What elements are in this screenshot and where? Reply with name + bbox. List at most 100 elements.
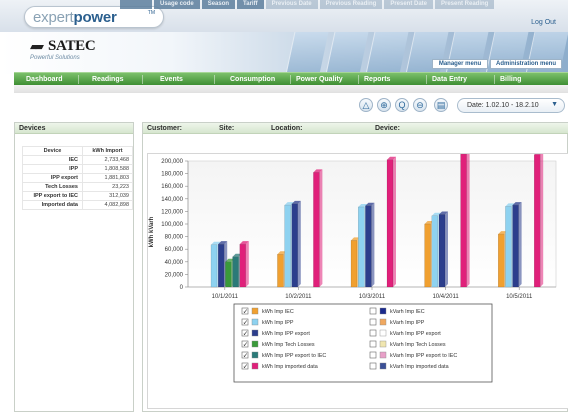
- table-row[interactable]: IPP export to IEC 312,039: [22, 191, 133, 201]
- y-tick-label: 140,000: [161, 197, 183, 203]
- legend-swatch: [251, 351, 259, 359]
- device-name: IPP export: [22, 173, 83, 183]
- bar[interactable]: [232, 256, 239, 288]
- bar[interactable]: [365, 205, 372, 288]
- satec-brand-name: SATEC: [48, 38, 96, 54]
- legend-label: kVarh Imp imported data: [390, 364, 449, 370]
- bar[interactable]: [505, 206, 512, 288]
- date-range-label: Date: 1.02.10 - 18.2.10: [467, 102, 539, 109]
- bar[interactable]: [386, 159, 394, 288]
- bar[interactable]: [277, 254, 284, 288]
- legend-checkbox[interactable]: [369, 351, 377, 359]
- zoom-icon[interactable]: ⊕: [377, 98, 391, 112]
- legend-label: kWh Imp IPP export: [262, 331, 310, 337]
- top-tab-previous-date[interactable]: Previous Date: [265, 0, 318, 9]
- device-kwh-import: 312,039: [82, 191, 133, 201]
- top-tab-tariff[interactable]: Tariff: [237, 0, 264, 9]
- y-tick-label: 160,000: [161, 184, 183, 190]
- bar[interactable]: [357, 206, 365, 288]
- device-kwh-import: 23,223: [82, 182, 133, 192]
- legend-label: kWh Imp Tech Losses: [262, 342, 315, 348]
- legend-checkbox[interactable]: [369, 340, 377, 348]
- device-name: IPP export to IEC: [22, 191, 83, 201]
- device-kwh-import: 1,808,588: [82, 164, 133, 174]
- bar[interactable]: [512, 204, 519, 288]
- legend-swatch: [379, 351, 387, 359]
- legend-checkbox[interactable]: [369, 318, 377, 326]
- device-name: IEC: [22, 155, 83, 165]
- print-icon[interactable]: ▤: [434, 98, 448, 112]
- table-row[interactable]: Tech Losses 23,223: [22, 182, 133, 192]
- legend-label: kVarh Imp IPP export to IEC: [390, 353, 457, 359]
- logo-trademark: TM: [147, 10, 155, 16]
- y-tick-label: 120,000: [161, 209, 183, 215]
- bar[interactable]: [291, 203, 299, 288]
- legend-swatch: [379, 307, 387, 315]
- expertpower-dashboard: expertpower TM Usage code Season Tariff …: [0, 0, 568, 420]
- bar[interactable]: [534, 154, 541, 288]
- y-tick-label: 40,000: [165, 260, 184, 266]
- table-row[interactable]: IPP export 1,881,803: [22, 173, 133, 183]
- bar-side: [445, 211, 448, 287]
- legend-label: kVarh Imp IEC: [390, 309, 425, 315]
- zoom-in-icon[interactable]: ⊖: [413, 98, 427, 112]
- satec-logo-icon: ▰▰: [30, 41, 44, 53]
- checkmark-icon: ✓: [243, 353, 248, 360]
- manager-menu-button[interactable]: Manager menu: [432, 59, 488, 69]
- bar[interactable]: [424, 223, 431, 288]
- bar[interactable]: [239, 243, 247, 288]
- bar-side: [393, 156, 396, 287]
- bar[interactable]: [431, 215, 438, 288]
- legend-swatch: [379, 340, 387, 348]
- bar[interactable]: [460, 153, 467, 288]
- device-name: IPP: [22, 164, 83, 174]
- bar[interactable]: [498, 233, 505, 288]
- legend-label: kVarh Imp Tech Losses: [390, 342, 446, 348]
- bar[interactable]: [284, 204, 291, 288]
- chevron-down-icon: ▼: [551, 101, 558, 108]
- logo-part-expert: expert: [33, 9, 74, 26]
- legend-checkbox[interactable]: [369, 307, 377, 315]
- device-kwh-import: 4,082,898: [82, 200, 133, 210]
- top-tab-season[interactable]: Season: [201, 0, 236, 9]
- bar[interactable]: [438, 214, 446, 288]
- bar-side: [297, 200, 301, 287]
- solar-panel-decoration: [365, 32, 409, 74]
- devices-panel: Devices Device kWh Import IEC 2,733,468 I…: [14, 122, 134, 412]
- bar[interactable]: [210, 244, 218, 288]
- device-name: Tech Losses: [22, 182, 83, 192]
- bar[interactable]: [350, 240, 358, 288]
- legend-checkbox[interactable]: [369, 362, 377, 370]
- logo-wordmark: expertpower: [33, 9, 117, 26]
- top-tab-present-reading[interactable]: Present Reading: [435, 0, 495, 9]
- date-range-select[interactable]: Date: 1.02.10 - 18.2.10 ▼: [457, 98, 565, 113]
- x-tick-label: 10/5/2011: [506, 294, 533, 300]
- nav-separator: [78, 75, 79, 84]
- top-tab-blank[interactable]: [120, 0, 152, 9]
- column-header-kwh-import: kWh Import: [82, 146, 133, 156]
- administration-menu-button[interactable]: Administration menu: [490, 59, 562, 69]
- checkmark-icon: ✓: [243, 320, 248, 327]
- legend-checkbox[interactable]: [369, 329, 377, 337]
- warning-icon[interactable]: △: [359, 98, 373, 112]
- zoom-out-icon[interactable]: Q: [395, 98, 409, 112]
- logout-link[interactable]: Log Out: [531, 19, 556, 26]
- bar[interactable]: [313, 172, 320, 288]
- table-row[interactable]: Imported data 4,082,898: [22, 200, 133, 210]
- bar[interactable]: [217, 243, 225, 288]
- x-tick-label: 10/1/2011: [212, 294, 239, 300]
- legend-swatch: [251, 318, 259, 326]
- table-row[interactable]: IEC 2,733,468: [22, 155, 133, 165]
- table-row[interactable]: IPP 1,808,588: [22, 164, 133, 174]
- site-label: Site:: [219, 125, 235, 132]
- bar[interactable]: [225, 261, 232, 288]
- legend-label: kWh Imp IPP export to IEC: [262, 353, 326, 359]
- top-tab-previous-reading[interactable]: Previous Reading: [319, 0, 383, 9]
- y-tick-label: 80,000: [165, 235, 184, 241]
- y-tick-label: 0: [180, 285, 184, 291]
- bar-side: [371, 202, 375, 287]
- legend-swatch: [251, 307, 259, 315]
- solar-panel-decoration: [285, 32, 329, 74]
- top-tab-usage-code[interactable]: Usage code: [154, 0, 200, 9]
- top-tab-present-date[interactable]: Present Date: [384, 0, 433, 9]
